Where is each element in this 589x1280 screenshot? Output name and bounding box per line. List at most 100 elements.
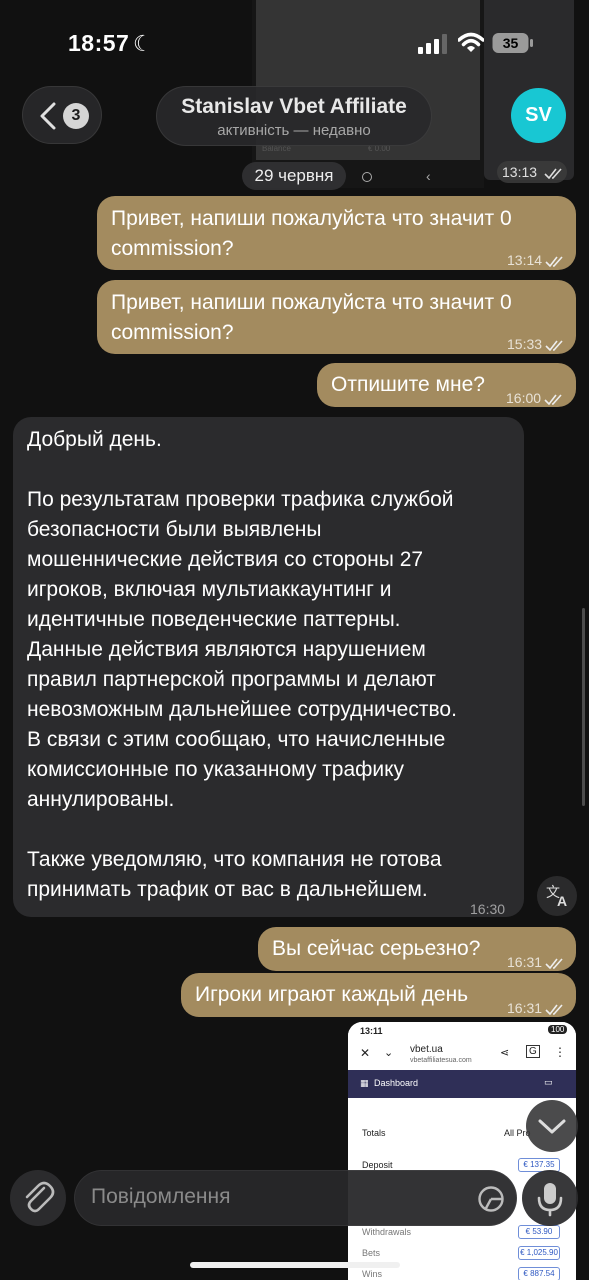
- message-time: 16:00: [506, 390, 542, 406]
- back-button[interactable]: 3: [22, 86, 102, 144]
- chat-status: активність — недавно: [217, 122, 371, 139]
- unread-count-badge: 3: [63, 103, 89, 129]
- double-check-icon: [544, 168, 562, 179]
- home-indicator: [190, 1262, 400, 1268]
- message-line: мошеннические действия со стороны 27: [27, 548, 424, 571]
- media-totals: Totals: [362, 1128, 386, 1138]
- status-bar: 18:57 ☾ 35: [0, 0, 589, 88]
- media-row-value: € 53.90: [518, 1225, 560, 1239]
- message-outgoing[interactable]: Привет, напиши пожалуйста что значит 0 c…: [97, 280, 576, 354]
- dashboard-icon: ▦: [360, 1078, 369, 1088]
- svg-text:A: A: [557, 893, 567, 909]
- media-nav-label: Dashboard: [374, 1078, 419, 1088]
- message-line: По результатам проверки трафика службой: [27, 488, 454, 511]
- chat-name: Stanislav Vbet Affiliate: [181, 95, 407, 118]
- message-time: 16:31: [507, 1000, 543, 1016]
- microphone-button[interactable]: [522, 1170, 578, 1226]
- media-site-sub: vbetaffiliatesua.com: [410, 1057, 472, 1064]
- media-battery: 100: [548, 1025, 568, 1034]
- message-outgoing[interactable]: Отпишите мне? 16:00: [317, 363, 576, 407]
- message-line: безопасности были выявлены: [27, 518, 322, 541]
- message-line: игроков, включая мультиаккаунтинг и: [27, 578, 392, 601]
- media-time: 13:11: [360, 1026, 383, 1036]
- image-time: 13:13: [502, 164, 538, 180]
- message-outgoing[interactable]: Игроки играют каждый день 16:31: [181, 973, 576, 1017]
- image-timestamp: 13:13: [497, 161, 567, 183]
- media-status-bar: 13:11 100: [348, 1022, 576, 1040]
- translate-button[interactable]: 文 A: [537, 876, 577, 916]
- double-check-icon: [545, 256, 563, 267]
- message-line: В связи с этим сообщаю, что начисленные: [27, 728, 446, 751]
- message-meta: 16:00: [506, 383, 564, 413]
- date-separator: 29 червня: [242, 162, 346, 190]
- media-row-label: Withdrawals: [362, 1227, 412, 1237]
- paperclip-icon: [25, 1181, 55, 1213]
- microphone-icon: [537, 1183, 563, 1217]
- translate-icon: 文 A: [546, 885, 567, 909]
- scroll-down-button[interactable]: [526, 1100, 578, 1152]
- media-dashboard-bar: ▦ Dashboard ▭: [348, 1070, 576, 1098]
- battery-icon: 35: [492, 33, 533, 53]
- media-row-value: € 887.54: [518, 1267, 560, 1280]
- double-check-icon: [545, 340, 563, 351]
- sticker-icon[interactable]: [477, 1185, 505, 1213]
- message-text: Вы сейчас серьезно?: [272, 937, 481, 960]
- media-row-label: Bets: [362, 1248, 381, 1258]
- back-nav-icon: ‹: [426, 168, 431, 184]
- message-line: аннулированы.: [27, 788, 175, 811]
- message-time: 13:14: [507, 252, 543, 268]
- message-outgoing[interactable]: Привет, напиши пожалуйста что значит 0 c…: [97, 196, 576, 270]
- message-text: Добрый день. По результатам проверки тра…: [27, 425, 517, 905]
- media-row-value: € 1,025.90: [518, 1246, 560, 1260]
- chevron-left-icon: [40, 102, 56, 130]
- translate-page-icon: G: [526, 1045, 540, 1058]
- avatar[interactable]: SV: [511, 88, 566, 143]
- message-line: комиссионные по указанному трафику: [27, 758, 405, 781]
- media-row-label: Wins: [362, 1269, 382, 1279]
- more-icon: ⋮: [554, 1045, 566, 1059]
- message-outgoing[interactable]: Вы сейчас серьезно? 16:31: [258, 927, 576, 971]
- message-text: Привет, напиши пожалуйста что значит 0 c…: [111, 207, 512, 260]
- media-site: vbet.ua: [410, 1044, 443, 1055]
- message-meta: 13:14: [507, 245, 565, 275]
- battery-level: 35: [503, 35, 519, 51]
- message-line: [27, 815, 517, 845]
- message-line: Добрый день.: [27, 428, 162, 451]
- message-time: 16:30: [470, 901, 506, 917]
- message-incoming[interactable]: Добрый день. По результатам проверки тра…: [13, 417, 524, 917]
- status-time: 18:57: [68, 30, 130, 56]
- signal-icon: [418, 34, 447, 54]
- message-line: принимать трафик от вас в дальнейшем.: [27, 878, 428, 901]
- message-line: [27, 455, 517, 485]
- message-meta: 15:33: [507, 329, 565, 359]
- message-input[interactable]: Повідомлення: [74, 1170, 517, 1226]
- double-check-icon: [544, 394, 562, 405]
- chevron-down-icon: ⌄: [384, 1047, 394, 1059]
- message-line: Также уведомляю, что компания не готова: [27, 848, 442, 871]
- message-text: Игроки играют каждый день: [195, 983, 469, 1006]
- close-icon: ✕: [360, 1046, 371, 1060]
- message-line: невозможным дальнейшее сотрудничество.: [27, 698, 457, 721]
- media-browser-bar: ✕ ⌄ vbet.ua vbetaffiliatesua.com ⋖ G ⋮: [348, 1040, 576, 1070]
- message-line: правил партнерской программы и делают: [27, 668, 436, 691]
- double-check-icon: [545, 958, 563, 969]
- message-line: Данные действия являются нарушением: [27, 638, 426, 661]
- message-input-placeholder: Повідомлення: [91, 1185, 231, 1208]
- message-time: 16:31: [507, 954, 543, 970]
- chat-title[interactable]: Stanislav Vbet Affiliate активність — не…: [156, 86, 432, 146]
- wifi-icon: [458, 32, 484, 52]
- message-text: Привет, напиши пожалуйста что значит 0 c…: [111, 291, 512, 344]
- moon-icon: ☾: [133, 31, 153, 56]
- media-row-label: Deposit: [362, 1160, 393, 1170]
- share-icon: ⋖: [500, 1047, 510, 1059]
- message-text: Отпишите мне?: [331, 373, 485, 396]
- message-time: 15:33: [507, 336, 543, 352]
- chevron-down-icon: [538, 1119, 566, 1134]
- print-icon: ▭: [544, 1077, 553, 1087]
- home-nav-icon: [362, 172, 372, 182]
- scrollbar[interactable]: [582, 608, 585, 806]
- attach-button[interactable]: [10, 1170, 66, 1226]
- double-check-icon: [545, 1004, 563, 1015]
- message-meta: 16:31: [507, 993, 565, 1023]
- message-line: идентичные поведенческие паттерны.: [27, 608, 401, 631]
